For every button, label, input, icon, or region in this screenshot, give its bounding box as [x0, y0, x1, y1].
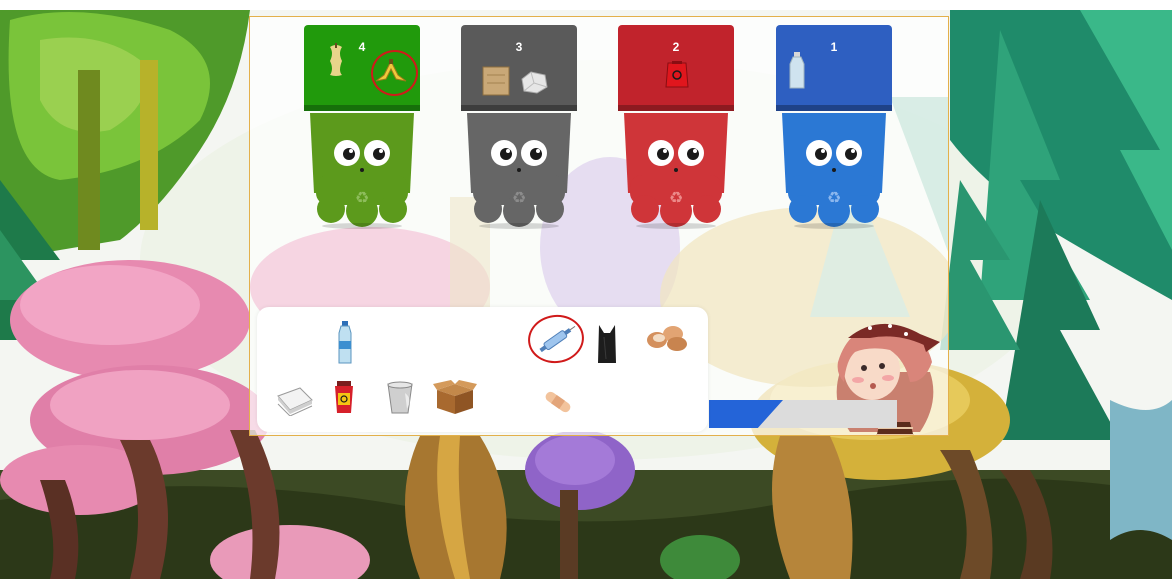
svg-text:♻: ♻ — [669, 188, 683, 207]
crumpled-paper-icon — [521, 71, 548, 94]
banana-peel-icon — [375, 59, 407, 82]
svg-text:♻: ♻ — [827, 188, 841, 207]
svg-text:♻: ♻ — [512, 188, 526, 207]
syringe-icon[interactable] — [537, 324, 577, 354]
bin-count: 3 — [515, 40, 523, 54]
game-scene: ♻ 4 ♻ 3 ♻ 2 ♻ 1 — [0, 0, 1172, 579]
bin-count: 4 — [358, 40, 366, 54]
compost-bin[interactable]: ♻ 4 — [304, 25, 422, 230]
water-bottle-icon[interactable] — [337, 321, 353, 365]
paper-stack-icon[interactable] — [274, 382, 314, 416]
bin-count: 2 — [672, 40, 680, 54]
biohazard-bag-icon — [665, 61, 689, 88]
bandage-icon[interactable] — [543, 389, 573, 415]
cardboard-icon — [482, 66, 510, 96]
hazardous-bin[interactable]: ♻ 2 — [618, 25, 734, 230]
apple-core-icon — [330, 43, 342, 76]
gray-bin-graphic: ♻ — [461, 25, 577, 229]
red-bin-graphic: ♻ — [618, 25, 734, 229]
green-bin-graphic: ♻ — [304, 25, 420, 229]
plastic-cup-icon[interactable] — [385, 381, 415, 415]
paper-bin[interactable]: ♻ 3 — [461, 25, 577, 230]
eggshells-icon[interactable] — [645, 322, 691, 352]
svg-text:♻: ♻ — [355, 188, 369, 207]
waste-item-tray — [257, 307, 708, 432]
biohazard-container-icon[interactable] — [333, 381, 355, 415]
water-bottle-icon — [789, 52, 805, 89]
black-trash-bag-icon[interactable] — [596, 323, 618, 365]
plastic-bin[interactable]: ♻ 1 — [776, 25, 892, 230]
cardboard-box-icon[interactable] — [433, 380, 477, 414]
